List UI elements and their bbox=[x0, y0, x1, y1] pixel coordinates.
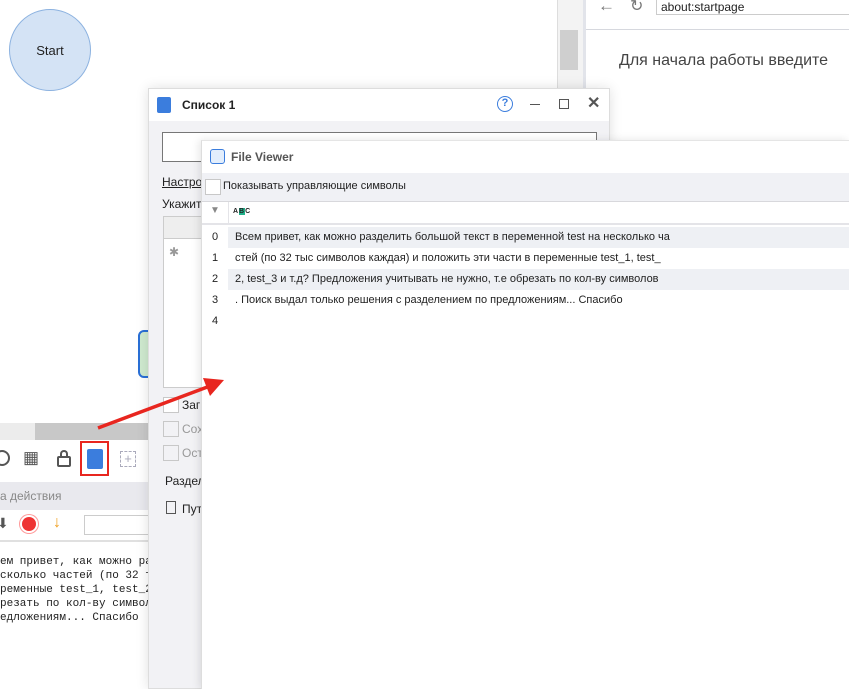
arrow-shaft bbox=[97, 384, 211, 430]
annotation-arrow bbox=[97, 378, 224, 430]
